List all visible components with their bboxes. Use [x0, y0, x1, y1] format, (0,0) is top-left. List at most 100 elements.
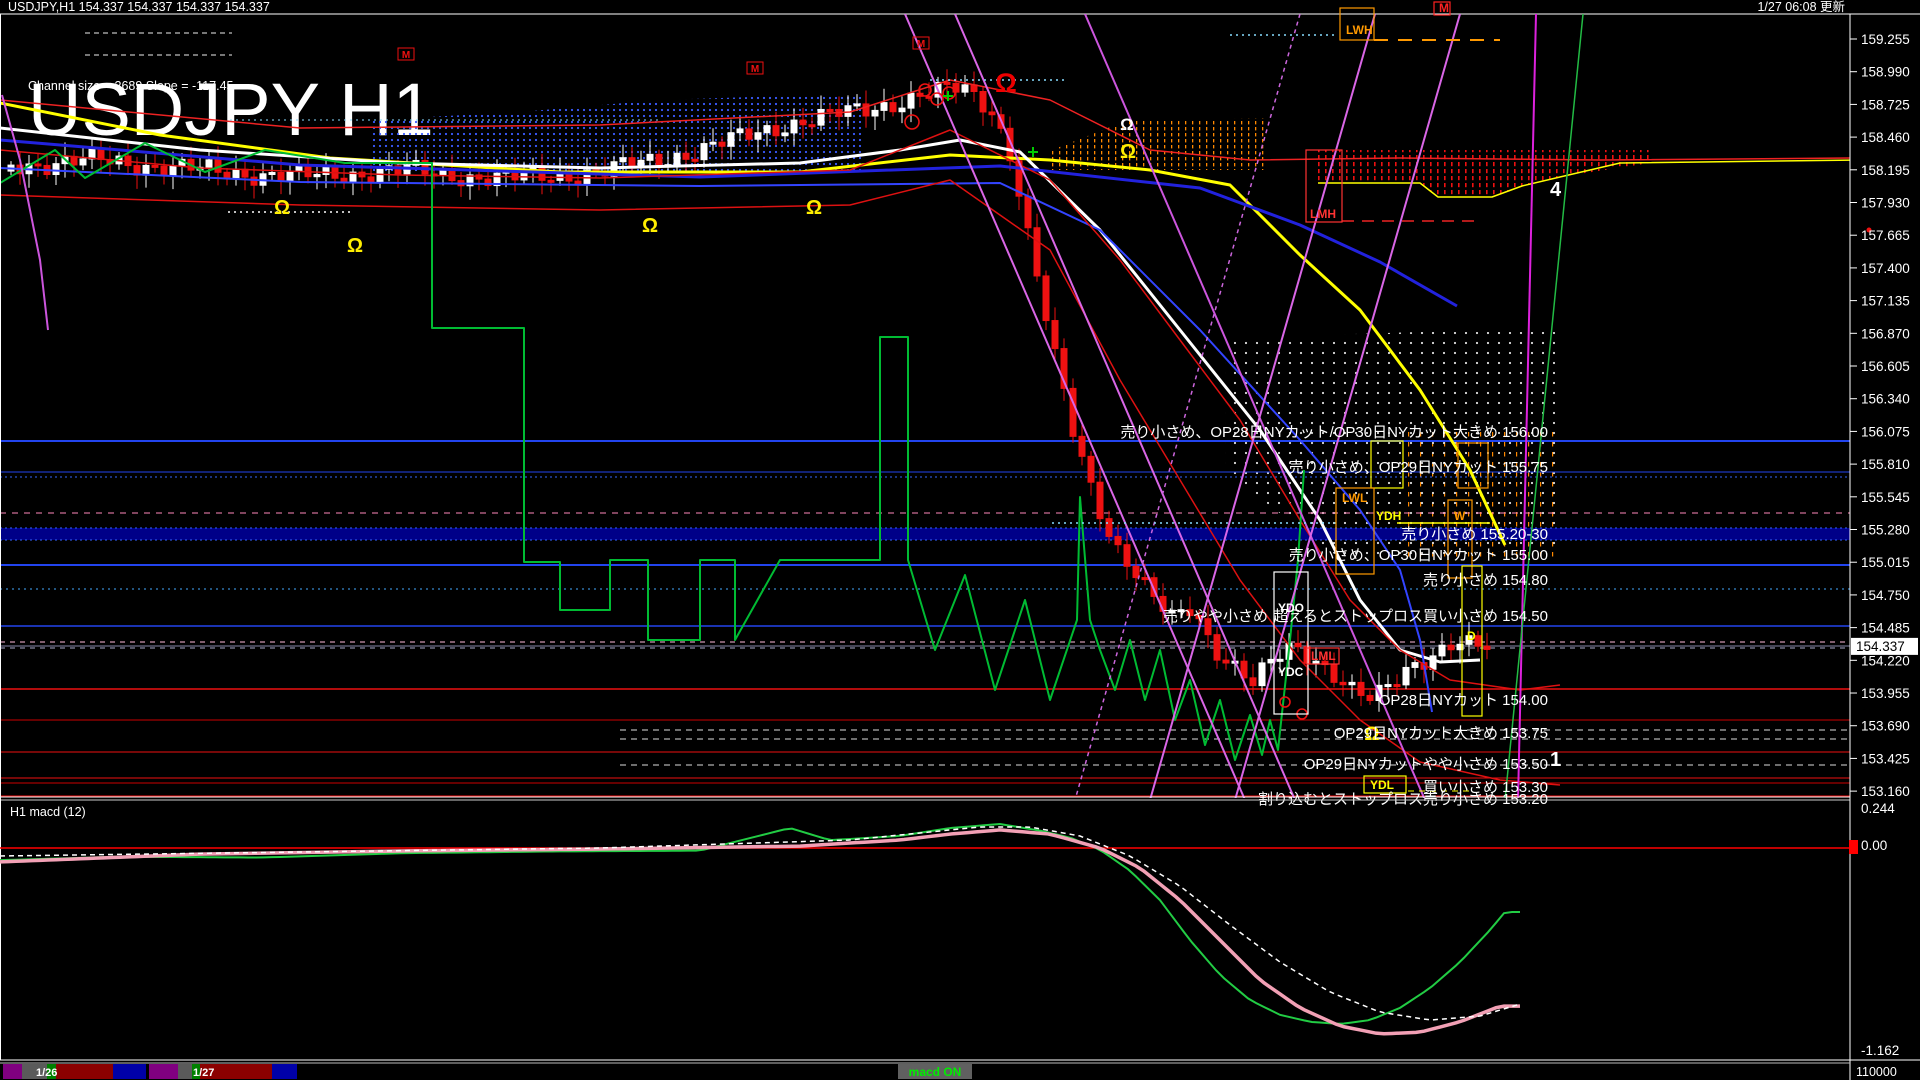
candle-body: [1223, 660, 1229, 663]
candle-body: [242, 169, 248, 177]
annotation-text: OP29日NYカットやや小さめ 153.50: [1304, 756, 1548, 773]
main-chart[interactable]: USDJPY,H1 154.337 154.337 154.337 154.33…: [0, 0, 1920, 1080]
indicator-label-LMH[interactable]: LMH: [1310, 207, 1336, 221]
axis-price-label: 155.280: [1861, 523, 1910, 538]
omega-marker-icon: Ω: [806, 197, 822, 219]
candle-body: [35, 164, 41, 166]
m-marker-letter: M: [402, 50, 410, 61]
candle-body: [1115, 536, 1121, 544]
candle-body: [323, 167, 329, 175]
candle-body: [224, 172, 230, 177]
session-segment: [272, 1064, 297, 1079]
candle-body: [1034, 228, 1040, 276]
session-segment: [56, 1064, 113, 1079]
candle-body: [1025, 196, 1031, 228]
candle-body: [1412, 663, 1418, 668]
axis-price-label: 154.750: [1861, 588, 1910, 603]
candle-body: [80, 159, 86, 165]
candle-body: [548, 180, 554, 182]
session-date-label: 1/27: [193, 1067, 214, 1079]
candle-body: [719, 142, 725, 146]
volume-readout: 110000: [1856, 1065, 1897, 1079]
candle-body: [782, 133, 788, 136]
axis-price-label: 157.400: [1861, 261, 1910, 276]
candle-body: [1448, 645, 1454, 650]
current-price-label: 154.337: [1856, 639, 1905, 654]
candle-body: [1142, 578, 1148, 580]
candle-body: [944, 82, 950, 84]
day-session-strip: 1/261/27: [3, 1064, 297, 1079]
indicator-label-YDL[interactable]: YDL: [1370, 778, 1394, 792]
indicator-label-4[interactable]: 4: [1550, 179, 1562, 201]
indicator-label-W[interactable]: W: [1454, 509, 1466, 523]
candle-body: [206, 160, 212, 167]
axis-price-label: 157.135: [1861, 294, 1910, 309]
candle-body: [647, 154, 653, 160]
channel-info-label: Channel size = 2689 Slope = -117.45: [28, 79, 234, 93]
axis-price-label: 155.015: [1861, 555, 1910, 570]
candle-body: [737, 129, 743, 133]
annotation-text: 売り小さめ、OP28日NYカット/OP30日NYカット大きめ 156.00: [1120, 424, 1548, 441]
candle-body: [1439, 645, 1445, 656]
candle-body: [683, 153, 689, 159]
candle-body: [1484, 646, 1490, 649]
candle-body: [755, 133, 761, 139]
candle-body: [620, 158, 626, 162]
indicator-label-LWH[interactable]: LWH: [1346, 23, 1373, 37]
candle-body: [881, 103, 887, 111]
omega-marker-icon: Ω: [995, 68, 1017, 98]
indicator-label-LML[interactable]: LML: [1311, 649, 1336, 663]
candle-body: [818, 109, 824, 125]
session-segment: [178, 1064, 192, 1079]
macd-panel-label: H1 macd (12): [10, 805, 86, 819]
axis-price-label: 155.545: [1861, 490, 1910, 505]
update-timestamp[interactable]: 1/27 06:08 更新: [1757, 0, 1845, 14]
indicator-label-YDC[interactable]: YDC: [1278, 665, 1304, 679]
candle-body: [1052, 321, 1058, 349]
candle-body: [872, 110, 878, 116]
macd-status-label: macd ON: [909, 1065, 962, 1079]
candle-body: [1277, 659, 1283, 661]
indicator-label-M[interactable]: M: [1439, 1, 1449, 15]
axis-price-label: 156.340: [1861, 392, 1910, 407]
candle-body: [1214, 635, 1220, 660]
axis-price-label: 157.930: [1861, 196, 1910, 211]
candle-body: [854, 104, 860, 106]
indicator-label-1[interactable]: 1: [1550, 749, 1561, 771]
candle-body: [764, 126, 770, 133]
candle-body: [287, 172, 293, 182]
indicator-label-YDH[interactable]: YDH: [1376, 509, 1401, 523]
candle-body: [1088, 456, 1094, 482]
candle-body: [1394, 685, 1400, 687]
symbol-quote-readout: USDJPY,H1 154.337 154.337 154.337 154.33…: [8, 0, 270, 14]
annotation-text: 売り小さめ 154.80: [1423, 572, 1548, 589]
axis-price-label: 153.160: [1861, 784, 1910, 799]
m-marker-letter: M: [751, 64, 759, 75]
candle-body: [152, 165, 158, 167]
axis-price-label: 158.195: [1861, 163, 1910, 178]
candle-body: [1133, 566, 1139, 577]
annotation-text: 超えるとストップロス買い小さめ 154.50: [1273, 608, 1548, 625]
candle-body: [908, 93, 914, 108]
axis-price-label: 156.075: [1861, 424, 1910, 439]
candle-body: [1403, 667, 1409, 684]
candle-body: [773, 126, 779, 136]
omega-marker-icon: Ω: [274, 197, 290, 219]
candle-body: [728, 133, 734, 147]
axis-price-label: 157.665: [1861, 228, 1910, 243]
macd-axis-label: 0.00: [1861, 838, 1887, 853]
candle-body: [791, 120, 797, 133]
annotation-text: 売り小さめ 155.20-30: [1401, 526, 1548, 543]
annotation-text: 売り小さめ、OP30日NYカット 155.00: [1289, 547, 1548, 564]
candle-body: [845, 106, 851, 117]
candle-body: [1259, 663, 1265, 686]
indicator-label-LWL[interactable]: LWL: [1342, 491, 1367, 505]
axis-price-label: 154.485: [1861, 621, 1910, 636]
axis-price-label: 159.255: [1861, 32, 1910, 47]
axis-price-label: 158.990: [1861, 65, 1910, 80]
indicator-label-D[interactable]: D: [1467, 629, 1476, 643]
session-segment: [149, 1064, 178, 1079]
annotation-text: 売り小さめ、OP29日NYカット 155.75: [1289, 459, 1548, 476]
candle-body: [827, 109, 833, 111]
omega-marker-icon: Ω: [347, 235, 363, 257]
